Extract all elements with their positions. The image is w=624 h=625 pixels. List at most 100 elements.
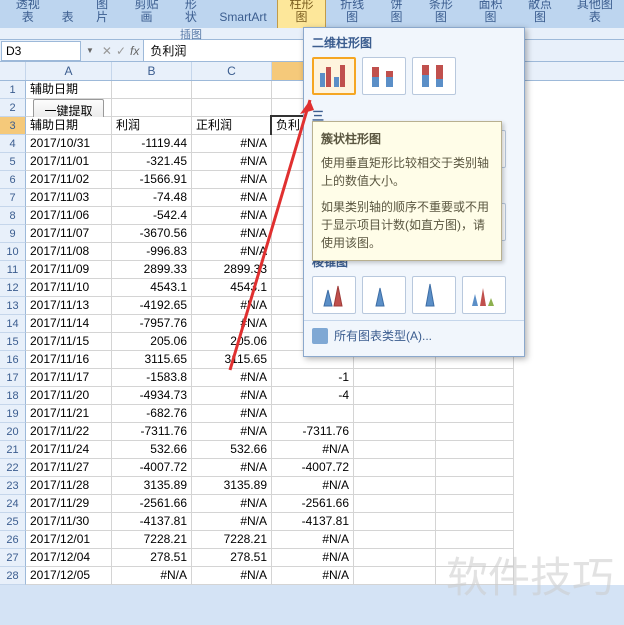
row-header[interactable]: 21 — [0, 441, 26, 459]
cell[interactable] — [354, 495, 436, 513]
cell[interactable]: #N/A — [192, 459, 272, 477]
cell[interactable]: 3115.65 — [112, 351, 192, 369]
cell[interactable]: #N/A — [272, 441, 354, 459]
cell[interactable]: 2899.33 — [192, 261, 272, 279]
cell[interactable]: -7311.76 — [112, 423, 192, 441]
ribbon-tab-10[interactable]: 面积图 — [467, 0, 515, 28]
cell[interactable] — [354, 549, 436, 567]
ribbon-tab-11[interactable]: 散点图 — [516, 0, 564, 28]
ribbon-tab-3[interactable]: 剪贴画 — [123, 0, 171, 28]
cell[interactable]: -4007.72 — [272, 459, 354, 477]
cell[interactable]: -3670.56 — [112, 225, 192, 243]
cell[interactable] — [436, 495, 514, 513]
cell[interactable]: 2017/12/04 — [26, 549, 112, 567]
cell[interactable]: #N/A — [192, 495, 272, 513]
fx-icon[interactable]: fx — [130, 44, 139, 58]
cell[interactable] — [436, 423, 514, 441]
cell[interactable]: -4137.81 — [272, 513, 354, 531]
cell[interactable]: 2017/11/22 — [26, 423, 112, 441]
cell[interactable]: 2017/11/27 — [26, 459, 112, 477]
pyramid-2-icon[interactable] — [362, 276, 406, 314]
cell[interactable]: 2017/11/13 — [26, 297, 112, 315]
cell[interactable] — [354, 405, 436, 423]
cell[interactable]: 2017/11/20 — [26, 387, 112, 405]
confirm-icon[interactable]: ✓ — [116, 44, 126, 58]
row-header[interactable]: 25 — [0, 513, 26, 531]
row-header[interactable]: 20 — [0, 423, 26, 441]
cell[interactable]: 3135.89 — [192, 477, 272, 495]
cell[interactable]: #N/A — [192, 369, 272, 387]
cell[interactable]: -542.4 — [112, 207, 192, 225]
cell[interactable]: 2899.33 — [112, 261, 192, 279]
cell[interactable] — [354, 567, 436, 585]
cell[interactable]: 205.06 — [112, 333, 192, 351]
cell[interactable]: -1566.91 — [112, 171, 192, 189]
percent-stacked-column-icon[interactable] — [412, 57, 456, 95]
name-box[interactable]: D3 — [1, 41, 81, 61]
row-header[interactable]: 9 — [0, 225, 26, 243]
cell[interactable]: -1 — [272, 369, 354, 387]
cell[interactable]: 532.66 — [192, 441, 272, 459]
row-header[interactable]: 26 — [0, 531, 26, 549]
row-header[interactable]: 2 — [0, 99, 26, 117]
cell[interactable]: #N/A — [192, 171, 272, 189]
cell[interactable]: #N/A — [192, 567, 272, 585]
cell[interactable]: 2017/11/28 — [26, 477, 112, 495]
ribbon-tab-4[interactable]: 形状 — [172, 0, 209, 28]
select-all-corner[interactable] — [0, 62, 26, 80]
cell[interactable]: 2017/10/31 — [26, 135, 112, 153]
cell[interactable]: #N/A — [192, 189, 272, 207]
ribbon-tab-12[interactable]: 其他图表 — [566, 0, 624, 28]
clustered-column-icon[interactable] — [312, 57, 356, 95]
cell[interactable]: 辅助日期 — [26, 117, 112, 135]
row-header[interactable]: 18 — [0, 387, 26, 405]
cell[interactable]: 7228.21 — [112, 531, 192, 549]
cell[interactable]: 278.51 — [192, 549, 272, 567]
cell[interactable]: 2017/11/02 — [26, 171, 112, 189]
cell[interactable]: -2561.66 — [112, 495, 192, 513]
ribbon-tab-8[interactable]: 饼图 — [378, 0, 415, 28]
row-header[interactable]: 13 — [0, 297, 26, 315]
cell[interactable] — [354, 513, 436, 531]
cell[interactable]: 7228.21 — [192, 531, 272, 549]
cell[interactable]: 2017/11/29 — [26, 495, 112, 513]
row-header[interactable]: 19 — [0, 405, 26, 423]
row-header[interactable]: 23 — [0, 477, 26, 495]
cell[interactable]: -321.45 — [112, 153, 192, 171]
row-header[interactable]: 28 — [0, 567, 26, 585]
cell[interactable] — [436, 513, 514, 531]
row-header[interactable]: 7 — [0, 189, 26, 207]
row-header[interactable]: 12 — [0, 279, 26, 297]
cell[interactable]: 3115.65 — [192, 351, 272, 369]
cell[interactable] — [112, 81, 192, 99]
cell[interactable]: #N/A — [192, 243, 272, 261]
cell[interactable]: #N/A — [192, 315, 272, 333]
cell[interactable]: 2017/11/24 — [26, 441, 112, 459]
cell[interactable]: #N/A — [272, 477, 354, 495]
cell[interactable]: 2017/11/09 — [26, 261, 112, 279]
cell[interactable]: 利润 — [112, 117, 192, 135]
cell[interactable]: -7957.76 — [112, 315, 192, 333]
name-box-dropdown[interactable]: ▼ — [82, 46, 98, 55]
row-header[interactable]: 1 — [0, 81, 26, 99]
cell[interactable] — [436, 405, 514, 423]
cell[interactable]: 2017/11/30 — [26, 513, 112, 531]
cell[interactable]: #N/A — [192, 405, 272, 423]
cell[interactable]: -1119.44 — [112, 135, 192, 153]
row-header[interactable]: 16 — [0, 351, 26, 369]
cell[interactable]: 辅助日期 — [26, 81, 112, 99]
cell[interactable]: #N/A — [192, 297, 272, 315]
ribbon-tab-1[interactable]: 表 — [54, 7, 82, 28]
cell[interactable]: -996.83 — [112, 243, 192, 261]
row-header[interactable]: 22 — [0, 459, 26, 477]
cell[interactable]: -4137.81 — [112, 513, 192, 531]
cell[interactable] — [192, 81, 272, 99]
row-header[interactable]: 4 — [0, 135, 26, 153]
row-header[interactable]: 17 — [0, 369, 26, 387]
cell[interactable]: -7311.76 — [272, 423, 354, 441]
cell[interactable]: 2017/12/01 — [26, 531, 112, 549]
row-header[interactable]: 11 — [0, 261, 26, 279]
cell[interactable]: #N/A — [192, 423, 272, 441]
cell[interactable] — [272, 405, 354, 423]
cell[interactable]: 532.66 — [112, 441, 192, 459]
